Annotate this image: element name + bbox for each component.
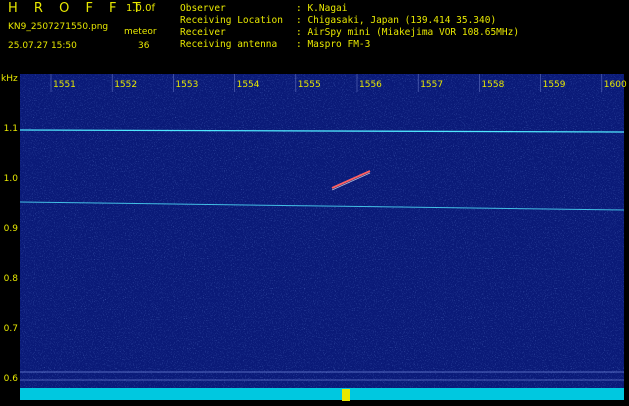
receiver-label: Receiver: [180, 27, 226, 38]
y-unit-label: kHz: [1, 74, 18, 84]
x-tick-label: 1554: [236, 80, 260, 90]
x-tick-label: 1557: [420, 80, 444, 90]
signal-level-canvas: [342, 389, 350, 401]
observer-label: Observer: [180, 3, 226, 14]
y-tick-label: 0.8: [3, 274, 18, 284]
x-tick-label: 1551: [53, 80, 76, 90]
count-label: 36: [138, 41, 150, 51]
x-tick-label: 1555: [297, 80, 321, 90]
signal-level-bar: [20, 388, 624, 401]
spectrogram: [20, 74, 624, 400]
noise-texture: [20, 74, 624, 400]
x-tick-label: 1556: [359, 80, 382, 90]
receiver-value: : AirSpy mini (Miakejima VOR 108.65MHz): [296, 27, 520, 38]
location-label: Receiving Location: [180, 15, 283, 26]
version-label: 1.0.0f: [126, 3, 155, 14]
datetime-label: 25.07.27 15:50: [8, 41, 77, 51]
y-tick-label: 1.0: [3, 174, 18, 184]
observer-value: : K.Nagai: [296, 3, 348, 14]
x-tick-label: 1600: [603, 80, 627, 90]
y-tick-label: 1.1: [3, 124, 18, 134]
location-value: : Chigasaki, Japan (139.414 35.340): [296, 15, 497, 26]
x-tick-label: 1552: [114, 80, 138, 90]
spectrogram-canvas: [20, 74, 624, 400]
y-tick-label: 0.9: [3, 224, 18, 234]
y-tick-label: 0.7: [3, 324, 18, 334]
signal-peak: [342, 389, 350, 401]
header: H R O F F T 1.0.0f KN9_2507271550.png me…: [0, 0, 629, 74]
filename-label: KN9_2507271550.png: [8, 22, 109, 32]
mode-label: meteor: [124, 27, 157, 37]
y-tick-label: 0.6: [3, 374, 18, 384]
x-tick-label: 1553: [175, 80, 199, 90]
antenna-value: : Maspro FM-3: [296, 39, 371, 50]
x-tick-label: 1558: [481, 80, 505, 90]
x-tick-label: 1559: [542, 80, 566, 90]
antenna-label: Receiving antenna: [180, 39, 278, 50]
